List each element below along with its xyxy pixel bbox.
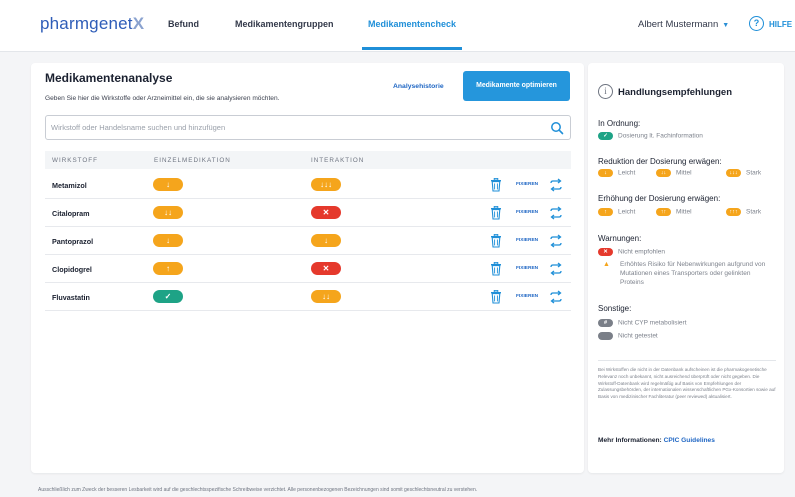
medication-analysis-card: Medikamentenanalyse Geben Sie hier die W… (31, 63, 584, 473)
cpic-guidelines-link[interactable]: CPIC Guidelines (664, 437, 715, 444)
search-placeholder: Wirkstoff oder Handelsname suchen und hi… (51, 123, 226, 132)
trash-icon[interactable] (490, 206, 502, 220)
drug-name: Clopidogrel (52, 265, 92, 274)
interaction-badge: ↓↓ (311, 290, 341, 303)
info-icon: i (598, 84, 613, 99)
drug-name: Fluvastatin (52, 293, 90, 302)
warnings-heading: Warnungen: (598, 234, 642, 243)
table-row: Metamizol ↓ ↓↓↓ FIXIEREN (45, 171, 571, 199)
drug-name: Citalopram (52, 209, 90, 218)
table-row: Citalopram ↓↓ ✕ FIXIEREN (45, 199, 571, 227)
table-row: Pantoprazol ↓ ↓ FIXIEREN (45, 227, 571, 255)
drug-name: Metamizol (52, 181, 87, 190)
interaction-badge: ✕ (311, 206, 341, 219)
single-medication-badge: ↓↓ (153, 206, 183, 219)
column-header-wirkstoff: WIRKSTOFF (52, 157, 98, 164)
fix-button[interactable]: FIXIEREN (516, 266, 538, 271)
recommendations-panel: i Handlungsempfehlungen In Ordnung: ✓ Dos… (588, 63, 784, 473)
arrow-down-badge-icon: ↓ (598, 169, 613, 177)
column-header-interaktion: INTERAKTION (311, 157, 365, 164)
help-icon[interactable]: ? (749, 16, 764, 31)
trash-icon[interactable] (490, 262, 502, 276)
x-badge-icon: ✕ (598, 248, 613, 256)
analysis-history-link[interactable]: Analysehistorie (393, 83, 444, 90)
swap-icon[interactable] (549, 234, 563, 248)
single-medication-badge: ✓ (153, 290, 183, 303)
table-row: Clopidogrel ↑ ✕ FIXIEREN (45, 255, 571, 283)
single-medication-badge: ↑ (153, 262, 183, 275)
ok-heading: In Ordnung: (598, 119, 641, 128)
reduce-heading: Reduktion der Dosierung erwägen: (598, 157, 722, 166)
swap-icon[interactable] (549, 178, 563, 192)
nav-medikamentencheck[interactable]: Medikamentencheck (368, 19, 456, 29)
hash-badge-icon: # (598, 319, 613, 327)
single-medication-badge: ↓ (153, 234, 183, 247)
search-icon[interactable] (550, 121, 564, 135)
nav-befund[interactable]: Befund (168, 19, 199, 29)
help-link[interactable]: HILFE (769, 20, 792, 29)
table-row: Fluvastatin ✓ ↓↓ FIXIEREN (45, 283, 571, 311)
drug-name: Pantoprazol (52, 237, 94, 246)
swap-icon[interactable] (549, 206, 563, 220)
fix-button[interactable]: FIXIEREN (516, 238, 538, 243)
optimize-medications-button[interactable]: Medikamente optimieren (463, 71, 570, 101)
recommendations-title: Handlungsempfehlungen (618, 87, 732, 98)
pharmgenetix-logo[interactable]: pharmgenetX (40, 14, 144, 34)
page-subtitle: Geben Sie hier die Wirkstoffe oder Arzne… (45, 95, 280, 102)
risk-warning: ▲ Erhöhtes Risiko für Nebenwirkungen auf… (603, 261, 766, 286)
increase-heading: Erhöhung der Dosierung erwägen: (598, 194, 721, 203)
nav-medikamentengruppen[interactable]: Medikamentengruppen (235, 19, 334, 29)
trash-icon[interactable] (490, 290, 502, 304)
grey-badge-icon (598, 332, 613, 340)
drug-search-input[interactable]: Wirkstoff oder Handelsname suchen und hi… (45, 115, 571, 140)
user-menu[interactable]: Albert Mustermann ▼ (638, 19, 729, 30)
column-header-einzelmedikation: EINZELMEDIKATION (154, 157, 231, 164)
warning-triangle-icon: ▲ (603, 261, 610, 268)
top-header: pharmgenetX Befund Medikamentengruppen M… (0, 0, 795, 52)
single-medication-badge: ↓ (153, 178, 183, 191)
trash-icon[interactable] (490, 178, 502, 192)
double-arrow-up-badge-icon: ↑↑ (656, 208, 671, 216)
table-header: WIRKSTOFF EINZELMEDIKATION INTERAKTION (45, 151, 571, 169)
triple-arrow-up-badge-icon: ↑↑↑ (726, 208, 741, 216)
footer-note: Ausschließlich zum Zweck der besseren Le… (38, 487, 478, 493)
active-nav-indicator (362, 47, 462, 50)
divider (598, 360, 776, 361)
page-title: Medikamentenanalyse (45, 71, 173, 85)
other-heading: Sonstige: (598, 304, 632, 313)
arrow-up-badge-icon: ↑ (598, 208, 613, 216)
interaction-badge: ✕ (311, 262, 341, 275)
fix-button[interactable]: FIXIEREN (516, 294, 538, 299)
fix-button[interactable]: FIXIEREN (516, 182, 538, 187)
check-badge-icon: ✓ (598, 132, 613, 140)
swap-icon[interactable] (549, 262, 563, 276)
chevron-down-icon: ▼ (722, 22, 730, 29)
trash-icon[interactable] (490, 234, 502, 248)
swap-icon[interactable] (549, 290, 563, 304)
more-info: Mehr Informationen: CPIC Guidelines (598, 437, 715, 444)
database-disclaimer: Bei Wirkstoffen die nicht in der Datenba… (598, 367, 776, 400)
double-arrow-down-badge-icon: ↓↓ (656, 169, 671, 177)
interaction-badge: ↓ (311, 234, 341, 247)
interaction-badge: ↓↓↓ (311, 178, 341, 191)
triple-arrow-down-badge-icon: ↓↓↓ (726, 169, 741, 177)
user-name: Albert Mustermann (638, 19, 719, 30)
fix-button[interactable]: FIXIEREN (516, 210, 538, 215)
